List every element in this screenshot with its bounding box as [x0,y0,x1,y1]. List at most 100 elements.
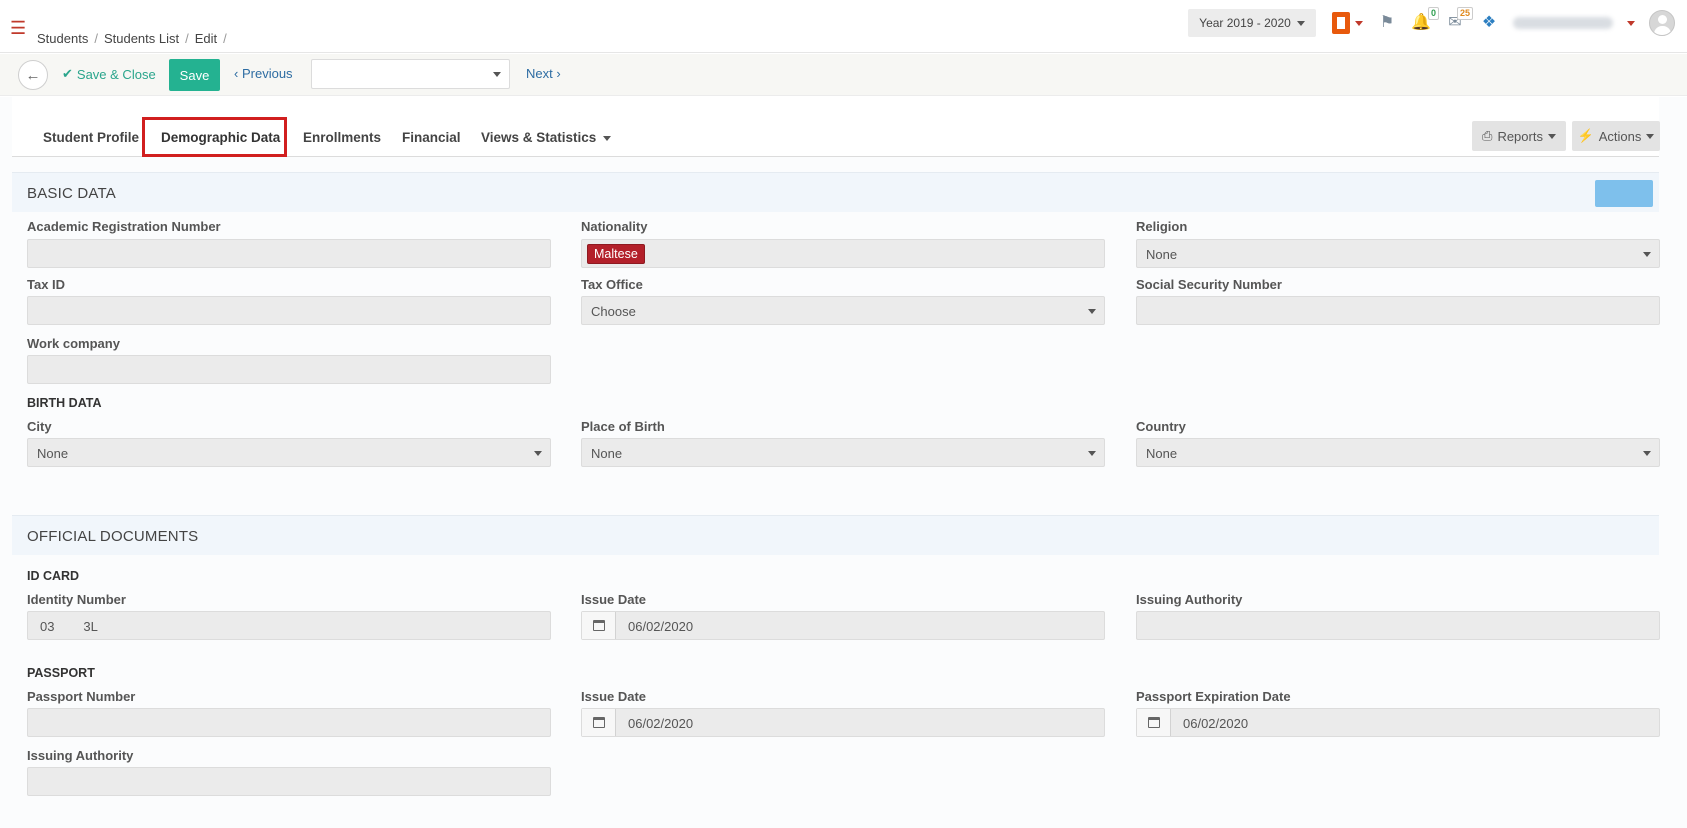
chevron-down-icon [1547,133,1556,139]
chevron-left-icon: ‹ [234,66,239,81]
passport-issue-date-value: 06/02/2020 [628,716,694,731]
passport-expiration-field[interactable]: 06/02/2020 [1136,708,1660,737]
top-header: ☰ Students / Students List / Edit / Year… [0,0,1687,53]
city-label: City [27,419,52,434]
academic-registration-label: Academic Registration Number [27,219,221,234]
passport-issue-date-label: Issue Date [581,689,647,704]
place-of-birth-label: Place of Birth [581,419,665,434]
nationality-field[interactable]: Maltese [581,239,1105,268]
main-content: Student Profile Demographic Data Enrollm… [0,97,1687,828]
identity-number-label: Identity Number [27,592,126,607]
tab-views-statistics[interactable]: Views & Statistics [481,130,612,145]
save-and-close-label: Save & Close [76,66,156,82]
breadcrumb-edit: Edit [194,31,218,46]
tax-office-select[interactable]: Choose [581,296,1105,325]
calendar-icon[interactable] [582,709,616,736]
chevron-down-icon [534,451,542,456]
city-value: None [37,446,69,461]
passport-expiration-value: 06/02/2020 [1183,716,1249,731]
religion-label: Religion [1136,219,1188,234]
chevron-down-icon [1646,133,1655,139]
office-menu[interactable] [1332,12,1363,34]
academic-registration-field[interactable] [27,239,551,268]
nationality-label: Nationality [581,219,648,234]
user-name[interactable] [1513,17,1613,29]
identity-number-field[interactable]: 03 3L [27,611,551,640]
arrow-left-icon: ← [25,66,41,84]
inbox-icon[interactable]: ✉ 25 [1445,7,1473,33]
id-card-heading: ID CARD [27,569,80,583]
chevron-down-icon [1088,451,1096,456]
edit-toolbar: ← ✔ Save & Close Save ‹ Previous Next › [0,54,1687,96]
layers-add-icon[interactable]: ❖ [1479,13,1499,33]
ssn-label: Social Security Number [1136,277,1282,292]
reports-button[interactable]: ⎙ Reports [1472,121,1566,151]
hamburger-menu-icon[interactable]: ☰ [10,19,26,37]
actions-label: Actions [1598,128,1642,144]
chevron-down-icon [1643,451,1651,456]
save-and-close-button[interactable]: ✔ Save & Close [62,66,156,82]
calendar-icon[interactable] [1137,709,1171,736]
back-button[interactable]: ← [18,60,48,90]
country-value: None [1146,446,1178,461]
tab-financial[interactable]: Financial [402,130,461,145]
section-title: OFFICIAL DOCUMENTS [27,528,199,545]
passport-number-field[interactable] [27,708,551,737]
chevron-down-icon [603,135,612,141]
tax-office-value: Choose [591,304,636,319]
bell-icon[interactable]: 🔔 0 [1411,7,1439,33]
bolt-icon: ⚡ [1577,128,1594,143]
country-select[interactable]: None [1136,438,1660,467]
tab-student-profile[interactable]: Student Profile [43,130,139,145]
next-button[interactable]: Next › [526,66,561,81]
actions-button[interactable]: ⚡ Actions [1572,121,1660,151]
chevron-down-icon [1643,252,1651,257]
chevron-down-icon [1355,20,1363,26]
work-company-field[interactable] [27,355,551,384]
passport-issuing-authority-field[interactable] [27,767,551,796]
ssn-field[interactable] [1136,296,1660,325]
work-company-label: Work company [27,336,120,351]
tab-enrollments[interactable]: Enrollments [303,130,381,145]
previous-button[interactable]: ‹ Previous [234,66,293,81]
year-label: Year 2019 - 2020 [1199,16,1291,30]
basic-data-header: BASIC DATA [12,172,1659,212]
save-button[interactable]: Save [169,59,220,91]
avatar[interactable] [1649,10,1675,36]
tax-id-field[interactable] [27,296,551,325]
tax-id-label: Tax ID [27,277,66,292]
passport-heading: PASSPORT [27,666,95,680]
section-edit-button[interactable] [1595,180,1653,207]
calendar-icon[interactable] [582,612,616,639]
identity-number-value: 03 3L [40,619,98,634]
header-icons: ⚑ 🔔 0 ✉ 25 ❖ [1332,7,1675,36]
religion-select[interactable]: None [1136,239,1660,268]
breadcrumb-students[interactable]: Students [37,31,88,46]
place-of-birth-select[interactable]: None [581,438,1105,467]
flag-icon[interactable]: ⚑ [1377,13,1397,33]
passport-expiration-label: Passport Expiration Date [1136,689,1291,704]
religion-value: None [1146,247,1178,262]
printer-icon: ⎙ [1482,128,1493,143]
tab-bar: Student Profile Demographic Data Enrollm… [12,97,1660,157]
record-select[interactable] [311,59,510,89]
office-icon [1332,12,1350,34]
tab-views-statistics-label: Views & Statistics [481,130,597,145]
check-icon: ✔ [62,66,73,81]
year-selector[interactable]: Year 2019 - 2020 [1188,9,1316,37]
previous-label: Previous [241,66,293,81]
section-title: BASIC DATA [27,185,116,202]
tab-demographic-data[interactable]: Demographic Data [161,130,280,145]
breadcrumb-students-list[interactable]: Students List [104,31,179,46]
id-issue-date-field[interactable]: 06/02/2020 [581,611,1105,640]
passport-issuing-authority-label: Issuing Authority [27,748,134,763]
chevron-down-icon[interactable] [1627,20,1635,26]
chevron-right-icon: › [556,66,561,81]
notifications-badge: 0 [1427,7,1439,20]
id-issuing-authority-field[interactable] [1136,611,1660,640]
birth-data-heading: BIRTH DATA [27,396,102,410]
city-select[interactable]: None [27,438,551,467]
id-issue-date-value: 06/02/2020 [628,619,694,634]
nationality-tag[interactable]: Maltese [587,244,645,264]
passport-issue-date-field[interactable]: 06/02/2020 [581,708,1105,737]
